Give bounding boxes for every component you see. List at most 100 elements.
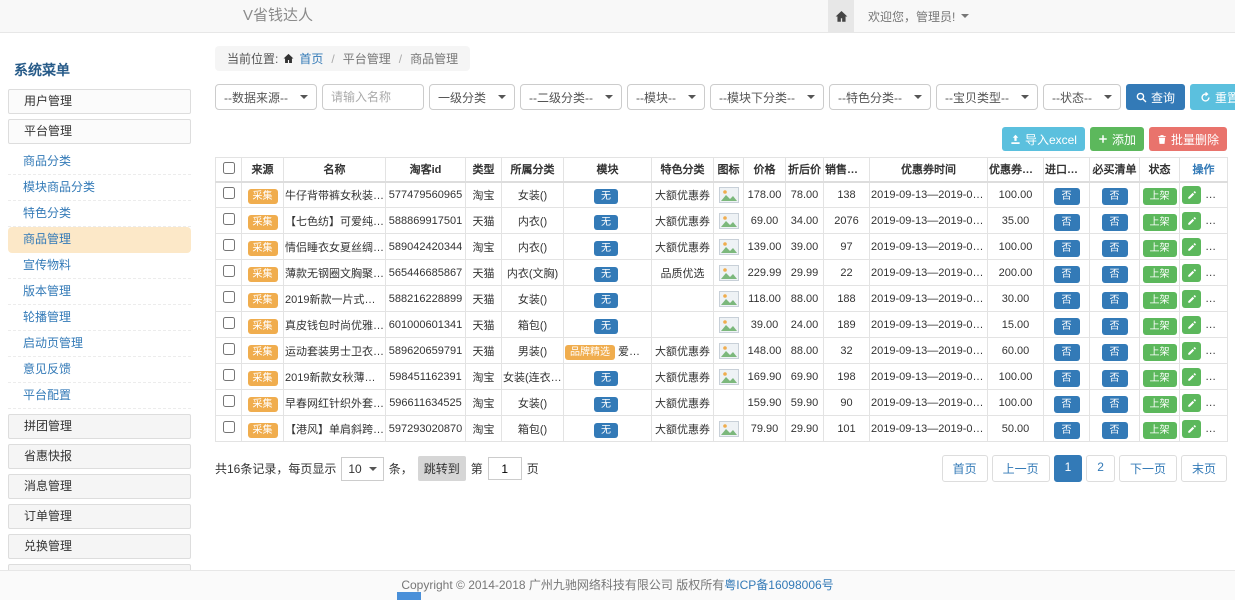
filter-select-data-source[interactable]: --数据来源-- (215, 84, 317, 110)
sidebar-item[interactable]: 省惠快报 (8, 444, 191, 469)
user-menu[interactable]: 欢迎您，管理员! (854, 0, 969, 32)
filter-select[interactable]: --模块-- (627, 84, 705, 110)
status-badge[interactable]: 上架 (1143, 292, 1177, 309)
import-select-toggle[interactable]: 否 (1054, 422, 1080, 439)
page-button[interactable]: 末页 (1181, 455, 1227, 482)
edit-button[interactable] (1182, 394, 1201, 412)
must-buy-toggle[interactable]: 否 (1102, 188, 1128, 205)
search-button[interactable]: 查询 (1126, 84, 1185, 110)
must-buy-toggle[interactable]: 否 (1102, 344, 1128, 361)
sidebar-item[interactable]: 消息管理 (8, 474, 191, 499)
filter-select[interactable]: --二级分类-- (520, 84, 622, 110)
edit-button[interactable] (1182, 420, 1201, 438)
import-select-toggle[interactable]: 否 (1054, 266, 1080, 283)
sidebar-submenu-item[interactable]: 平台配置 (8, 383, 191, 409)
status-badge[interactable]: 上架 (1143, 396, 1177, 413)
status-badge[interactable]: 上架 (1143, 422, 1177, 439)
edit-button[interactable] (1182, 186, 1201, 204)
sidebar-item[interactable]: 拼团管理 (8, 414, 191, 439)
row-checkbox[interactable] (223, 239, 235, 251)
page-number-input[interactable] (488, 457, 522, 480)
status-badge[interactable]: 上架 (1143, 318, 1177, 335)
page-button[interactable]: 首页 (942, 455, 988, 482)
filter-select[interactable]: --模块下分类-- (710, 84, 824, 110)
edit-button[interactable] (1182, 316, 1201, 334)
row-checkbox[interactable] (223, 187, 235, 199)
sidebar-submenu-item[interactable]: 版本管理 (8, 279, 191, 305)
import-select-toggle[interactable]: 否 (1054, 396, 1080, 413)
delete-button[interactable] (1206, 368, 1225, 386)
status-badge[interactable]: 上架 (1143, 344, 1177, 361)
sidebar-submenu-item[interactable]: 启动页管理 (8, 331, 191, 357)
sidebar-submenu-item[interactable]: 商品管理 (8, 227, 191, 253)
import-select-toggle[interactable]: 否 (1054, 344, 1080, 361)
sidebar-submenu-item[interactable]: 轮播管理 (8, 305, 191, 331)
edit-button[interactable] (1182, 342, 1201, 360)
filter-select[interactable]: --状态-- (1043, 84, 1121, 110)
edit-button[interactable] (1182, 238, 1201, 256)
row-checkbox[interactable] (223, 213, 235, 225)
sidebar-submenu-item[interactable]: 宣传物料 (8, 253, 191, 279)
delete-button[interactable] (1206, 290, 1225, 308)
status-badge[interactable]: 上架 (1143, 188, 1177, 205)
sidebar-item-platform-management[interactable]: 平台管理 (8, 119, 191, 144)
row-checkbox[interactable] (223, 291, 235, 303)
filter-select[interactable]: 一级分类 (429, 84, 515, 110)
import-select-toggle[interactable]: 否 (1054, 188, 1080, 205)
import-select-toggle[interactable]: 否 (1054, 370, 1080, 387)
import-select-toggle[interactable]: 否 (1054, 318, 1080, 335)
must-buy-toggle[interactable]: 否 (1102, 370, 1128, 387)
name-search-input[interactable] (322, 84, 424, 110)
import-select-toggle[interactable]: 否 (1054, 214, 1080, 231)
filter-select[interactable]: --特色分类-- (829, 84, 931, 110)
reset-button[interactable]: 重置 (1190, 84, 1235, 110)
delete-button[interactable] (1206, 212, 1225, 230)
must-buy-toggle[interactable]: 否 (1102, 396, 1128, 413)
sidebar-item-user-management[interactable]: 用户管理 (8, 89, 191, 114)
page-button[interactable]: 下一页 (1119, 455, 1177, 482)
import-excel-button[interactable]: 导入excel (1002, 127, 1085, 151)
must-buy-toggle[interactable]: 否 (1102, 214, 1128, 231)
sidebar-item[interactable]: 兑换管理 (8, 534, 191, 559)
delete-button[interactable] (1206, 264, 1225, 282)
status-badge[interactable]: 上架 (1143, 266, 1177, 283)
page-button[interactable]: 1 (1054, 455, 1083, 482)
icp-link[interactable]: 粤ICP备16098006号 (724, 578, 833, 592)
page-size-select[interactable]: 10 (341, 457, 383, 481)
home-nav-button[interactable] (828, 0, 854, 32)
must-buy-toggle[interactable]: 否 (1102, 240, 1128, 257)
must-buy-toggle[interactable]: 否 (1102, 318, 1128, 335)
row-checkbox[interactable] (223, 317, 235, 329)
edit-button[interactable] (1182, 264, 1201, 282)
status-badge[interactable]: 上架 (1143, 214, 1177, 231)
edit-button[interactable] (1182, 368, 1201, 386)
breadcrumb-home-link[interactable]: 首页 (299, 50, 323, 67)
row-checkbox[interactable] (223, 343, 235, 355)
must-buy-toggle[interactable]: 否 (1102, 266, 1128, 283)
add-button[interactable]: 添加 (1090, 127, 1144, 151)
delete-button[interactable] (1206, 394, 1225, 412)
delete-button[interactable] (1206, 238, 1225, 256)
row-checkbox[interactable] (223, 265, 235, 277)
sidebar-submenu-item[interactable]: 特色分类 (8, 201, 191, 227)
batch-delete-button[interactable]: 批量删除 (1149, 127, 1227, 151)
row-checkbox[interactable] (223, 395, 235, 407)
delete-button[interactable] (1206, 186, 1225, 204)
sidebar-submenu-item[interactable]: 意见反馈 (8, 357, 191, 383)
sidebar-item[interactable]: 订单管理 (8, 504, 191, 529)
import-select-toggle[interactable]: 否 (1054, 292, 1080, 309)
select-all-checkbox[interactable] (223, 162, 235, 174)
row-checkbox[interactable] (223, 369, 235, 381)
must-buy-toggle[interactable]: 否 (1102, 422, 1128, 439)
delete-button[interactable] (1206, 316, 1225, 334)
status-badge[interactable]: 上架 (1143, 240, 1177, 257)
status-badge[interactable]: 上架 (1143, 370, 1177, 387)
filter-select[interactable]: --宝贝类型-- (936, 84, 1038, 110)
page-button[interactable]: 2 (1086, 455, 1115, 482)
must-buy-toggle[interactable]: 否 (1102, 292, 1128, 309)
edit-button[interactable] (1182, 290, 1201, 308)
edit-button[interactable] (1182, 212, 1201, 230)
sidebar-submenu-item[interactable]: 商品分类 (8, 149, 191, 175)
page-button[interactable]: 上一页 (992, 455, 1050, 482)
delete-button[interactable] (1206, 342, 1225, 360)
